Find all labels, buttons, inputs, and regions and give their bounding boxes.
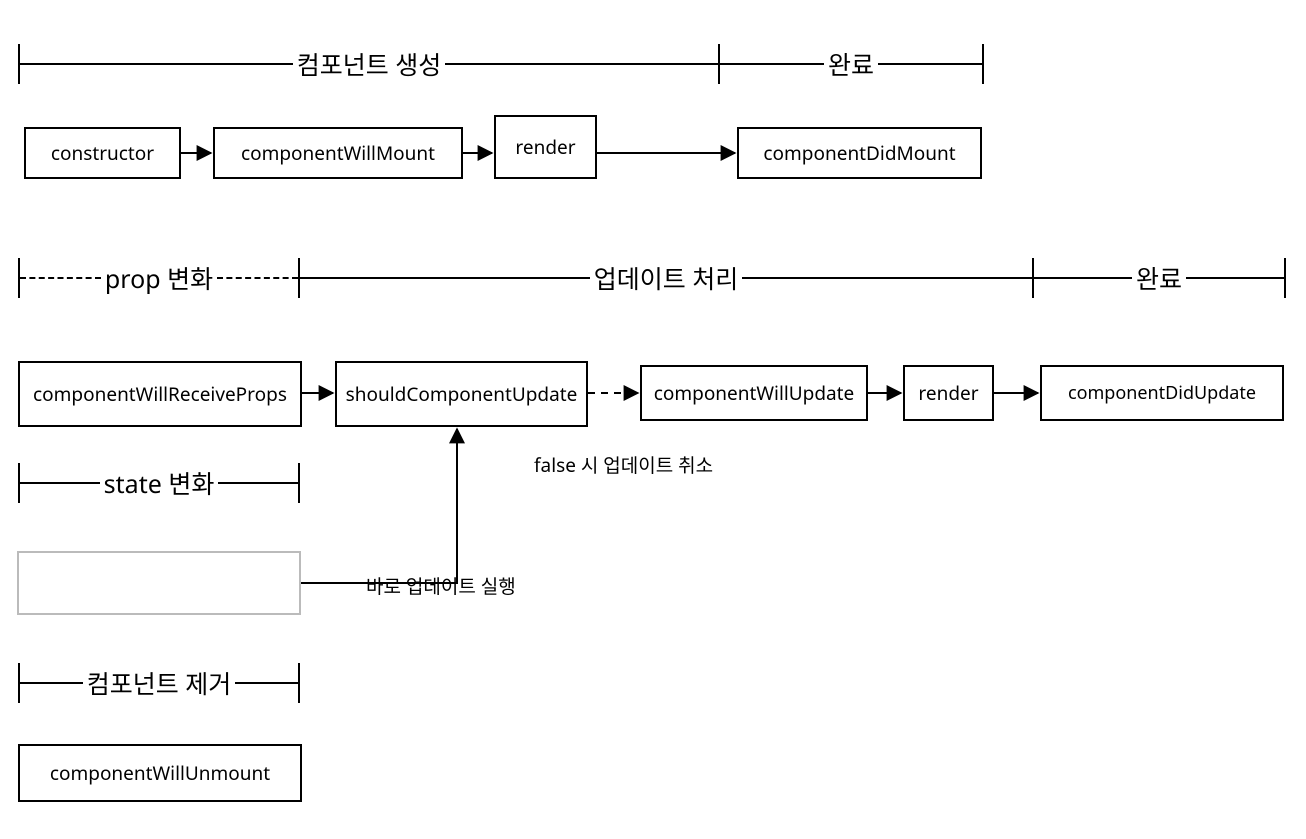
line-icon — [235, 682, 298, 684]
span-state-label: state 변화 — [100, 465, 219, 501]
tick-icon — [298, 463, 300, 503]
box-render2: render — [903, 365, 994, 421]
box-componentDidMount: componentDidMount — [737, 127, 982, 179]
line-icon — [20, 482, 100, 484]
line-icon — [1186, 277, 1284, 279]
line-icon — [720, 63, 824, 65]
line-icon — [742, 277, 1032, 279]
line-dashed-icon — [217, 277, 298, 279]
span-done1-label: 완료 — [824, 46, 878, 82]
line-icon — [218, 482, 298, 484]
line-icon — [878, 63, 982, 65]
span-update: 업데이트 처리 — [298, 258, 1034, 298]
span-prop-label: prop 변화 — [101, 260, 217, 296]
span-done1: 완료 — [718, 44, 984, 84]
line-icon — [20, 682, 83, 684]
tick-icon — [982, 44, 984, 84]
span-done2: 완료 — [1032, 258, 1286, 298]
lifecycle-diagram: 컴포넌트 생성 완료 constructor componentWillMoun… — [0, 0, 1306, 839]
note-false-cancel: false 시 업데이트 취소 — [534, 451, 713, 478]
arrow-elbow-icon — [301, 429, 457, 583]
line-icon — [445, 63, 718, 65]
span-remove-label: 컴포넌트 제거 — [83, 665, 236, 701]
box-componentWillUpdate: componentWillUpdate — [640, 365, 868, 421]
box-render1: render — [494, 115, 597, 179]
span-remove: 컴포넌트 제거 — [18, 663, 300, 703]
span-done2-label: 완료 — [1132, 260, 1186, 296]
span-create: 컴포넌트 생성 — [18, 44, 720, 84]
note-direct-update: 바로 업데이트 실행 — [366, 572, 516, 599]
box-componentWillReceiveProps: componentWillReceiveProps — [18, 361, 302, 427]
span-update-label: 업데이트 처리 — [590, 260, 743, 296]
box-constructor: constructor — [24, 127, 181, 179]
box-state-placeholder — [17, 551, 301, 615]
line-icon — [20, 63, 293, 65]
span-state: state 변화 — [18, 463, 300, 503]
box-shouldComponentUpdate: shouldComponentUpdate — [335, 361, 588, 427]
box-componentWillMount: componentWillMount — [213, 127, 463, 179]
box-componentWillUnmount: componentWillUnmount — [18, 744, 302, 802]
span-create-label: 컴포넌트 생성 — [293, 46, 446, 82]
box-componentDidUpdate: componentDidUpdate — [1040, 365, 1284, 421]
tick-icon — [298, 663, 300, 703]
line-dashed-icon — [20, 277, 101, 279]
tick-icon — [1284, 258, 1286, 298]
span-prop: prop 변화 — [18, 258, 300, 298]
line-icon — [1034, 277, 1132, 279]
line-icon — [300, 277, 590, 279]
